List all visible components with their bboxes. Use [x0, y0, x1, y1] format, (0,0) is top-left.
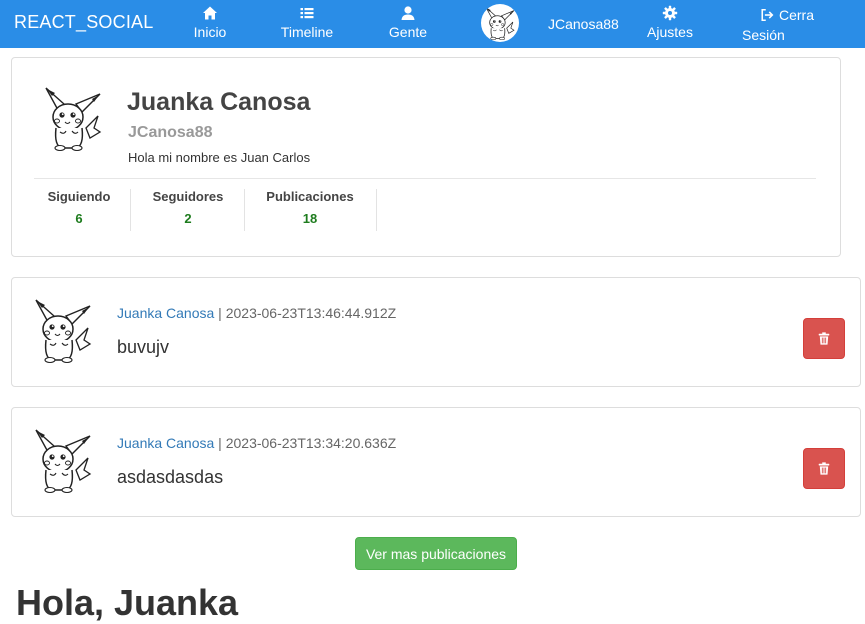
- pikachu-avatar-icon: [484, 5, 516, 41]
- stat-publications[interactable]: Publicaciones 18: [260, 189, 360, 231]
- publication-separator: |: [214, 305, 226, 321]
- publication-meta: Juanka Canosa | 2023-06-23T13:34:20.636Z: [117, 435, 396, 451]
- profile-nick: JCanosa88: [128, 124, 213, 141]
- stat-divider: [376, 189, 377, 231]
- list-icon: [300, 8, 314, 19]
- nav-item-gente[interactable]: Gente: [387, 4, 429, 44]
- stat-followers[interactable]: Seguidores 2: [144, 189, 232, 231]
- profile-bio: Hola mi nombre es Juan Carlos: [128, 150, 311, 165]
- logout-icon: [761, 8, 774, 22]
- profile-card: Juanka Canosa JCanosa88 Hola mi nombre e…: [11, 57, 841, 257]
- nav-label-gente: Gente: [388, 24, 428, 40]
- user-icon: [401, 6, 415, 20]
- publication-text: asdasdasdas: [117, 467, 224, 487]
- home-icon: [203, 6, 217, 20]
- navbar: REACT_SOCIAL Inicio Timeline Gente JCano…: [0, 0, 865, 48]
- stat-label: Siguiendo: [47, 189, 111, 204]
- publication-author-link[interactable]: Juanka Canosa: [117, 435, 214, 451]
- trash-icon: [817, 331, 831, 346]
- trash-icon: [817, 461, 831, 476]
- nav-item-inicio[interactable]: Inicio: [189, 4, 231, 44]
- publication-author-link[interactable]: Juanka Canosa: [117, 305, 214, 321]
- nav-label-inicio: Inicio: [193, 24, 227, 40]
- publication-item: Juanka Canosa | 2023-06-23T13:46:44.912Z…: [11, 277, 861, 387]
- profile-avatar: [42, 84, 104, 152]
- profile-divider: [34, 178, 816, 179]
- nav-label-ajustes: Ajustes: [647, 24, 693, 40]
- nav-item-timeline[interactable]: Timeline: [279, 4, 335, 44]
- logout-label-line2: Sesión: [742, 27, 785, 43]
- delete-publication-button[interactable]: [803, 318, 845, 359]
- publication-text: buvujv: [117, 337, 170, 357]
- brand-logo[interactable]: REACT_SOCIAL: [14, 12, 153, 33]
- stat-value: 2: [184, 211, 192, 226]
- publication-separator: |: [214, 435, 226, 451]
- publication-meta: Juanka Canosa | 2023-06-23T13:46:44.912Z: [117, 305, 396, 321]
- publication-date: 2023-06-23T13:46:44.912Z: [225, 305, 397, 321]
- nav-avatar[interactable]: [481, 4, 519, 42]
- stat-value: 6: [75, 211, 83, 226]
- stat-divider: [130, 189, 131, 231]
- nav-username[interactable]: JCanosa88: [548, 16, 619, 32]
- sidebar-greeting-heading: Hola, Juanka: [16, 582, 239, 623]
- publication-date: 2023-06-23T13:34:20.636Z: [225, 435, 397, 451]
- delete-publication-button[interactable]: [803, 448, 845, 489]
- logout-label-line1: Cerra: [779, 7, 815, 23]
- stat-label: Seguidores: [152, 189, 224, 204]
- profile-name: Juanka Canosa: [127, 88, 311, 116]
- stat-label: Publicaciones: [266, 189, 354, 204]
- logout-button[interactable]: Cerra Sesión: [742, 5, 822, 45]
- gear-icon: [662, 5, 678, 21]
- publication-avatar: [32, 426, 94, 494]
- publication-item: Juanka Canosa | 2023-06-23T13:34:20.636Z…: [11, 407, 861, 517]
- stat-divider: [244, 189, 245, 231]
- stat-following[interactable]: Siguiendo 6: [40, 189, 118, 231]
- stat-value: 18: [302, 211, 318, 226]
- load-more-button[interactable]: Ver mas publicaciones: [355, 537, 517, 570]
- publication-avatar: [32, 296, 94, 364]
- nav-label-timeline: Timeline: [280, 24, 334, 40]
- nav-item-ajustes[interactable]: Ajustes: [646, 4, 694, 44]
